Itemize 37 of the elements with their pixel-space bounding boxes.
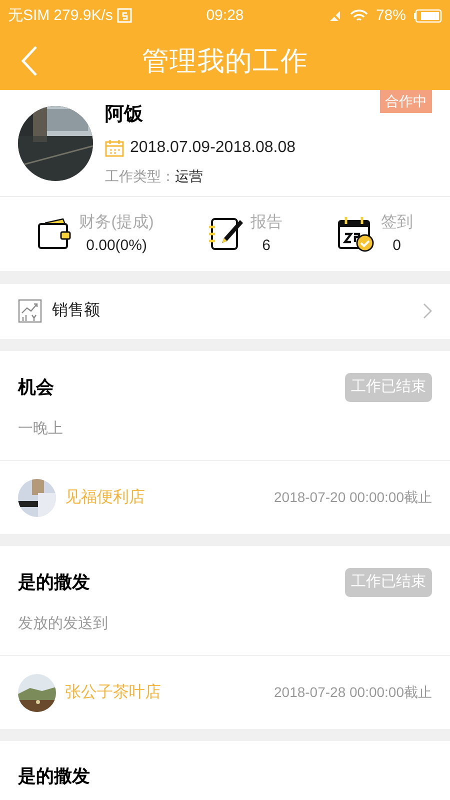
- stat-label: 报告: [250, 212, 282, 233]
- page-title: 管理我的工作: [142, 44, 308, 78]
- task-title: 机会: [18, 376, 54, 399]
- status-badge: 合作中: [380, 90, 432, 113]
- stat-item[interactable]: 签到 0: [336, 210, 413, 258]
- wifi-icon: [350, 9, 368, 23]
- deadline-text: 2018-07-28 00:00:00截止: [274, 683, 432, 702]
- menu-row[interactable]: 销售额: [0, 284, 450, 339]
- notebook-pen-icon: [208, 216, 244, 252]
- stat-item[interactable]: 财务(提成) 0.00(0%): [37, 210, 154, 258]
- calendar-icon: [105, 138, 124, 157]
- signal-icon: [328, 9, 342, 23]
- stat-value: 0.00(0%): [86, 236, 147, 256]
- battery-icon: [414, 9, 442, 23]
- sales-chart-icon: [18, 299, 42, 324]
- stat-value: 6: [262, 236, 270, 256]
- network-speed: 279.9K/s: [54, 6, 113, 26]
- task-title: 是的撒发: [18, 570, 90, 594]
- battery-text: 78%: [376, 6, 406, 26]
- stat-value: 0: [392, 236, 401, 256]
- task-description: 发放的发送到: [17, 614, 109, 634]
- type-label: 工作类型：: [105, 166, 175, 186]
- task-description: 一晚上: [17, 418, 64, 438]
- wallet-icon: [37, 216, 74, 251]
- task-title: 是的撒发: [18, 765, 90, 788]
- sim-icon: [116, 8, 133, 24]
- stat-label: 财务(提成): [79, 212, 154, 233]
- type-value: 运营: [175, 166, 203, 186]
- stat-label: 签到: [380, 212, 413, 233]
- carrier-text: 无SIM: [8, 6, 50, 26]
- stat-item[interactable]: 报告 6: [208, 210, 282, 258]
- date-range: 2018.07.09-2018.08.08: [130, 138, 296, 158]
- chevron-right-icon: [423, 303, 432, 320]
- person-name: 阿饭: [105, 103, 144, 128]
- deadline-text: 2018-07-20 00:00:00截止: [274, 488, 432, 507]
- calendar-check-icon: [336, 216, 375, 252]
- clock-text: 09:28: [206, 6, 244, 26]
